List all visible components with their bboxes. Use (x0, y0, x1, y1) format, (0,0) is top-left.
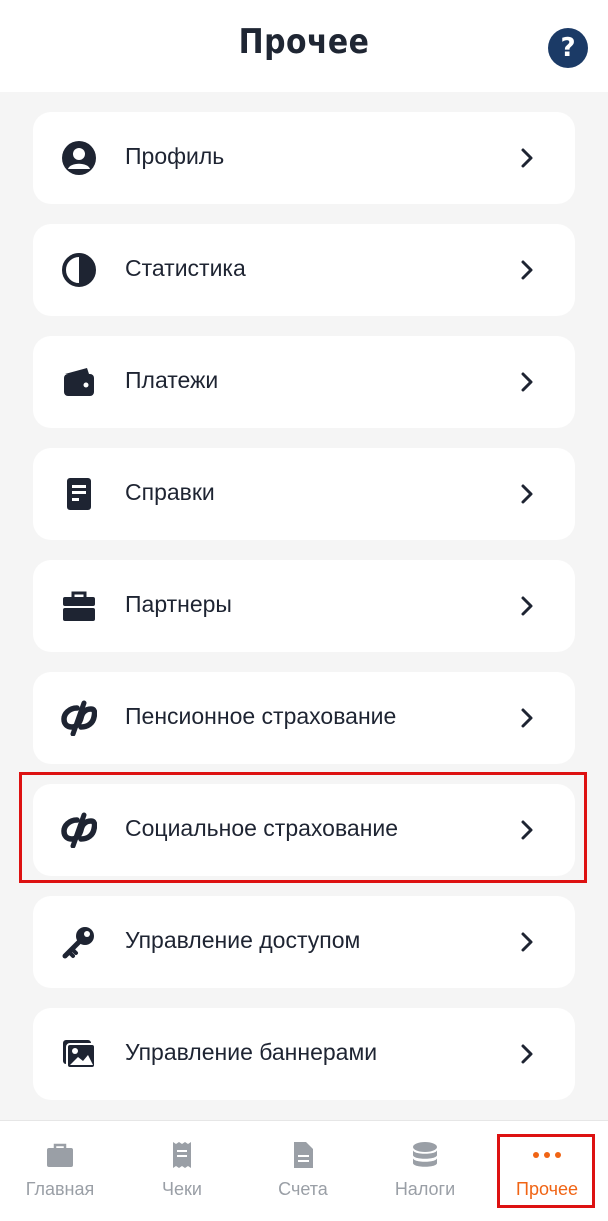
key-icon (62, 927, 94, 959)
menu-item-label: Партнеры (125, 591, 232, 617)
menu-item-payments[interactable]: Платежи (33, 336, 575, 428)
menu-item-label: Управление баннерами (125, 1039, 378, 1065)
menu-item-banner-management[interactable]: Управление баннерами (33, 1008, 575, 1100)
menu-item-certificates[interactable]: Справки (33, 448, 575, 540)
top-bar: Прочее ? (0, 0, 608, 92)
menu-item-label: Платежи (125, 367, 219, 393)
sfr-logo-icon (61, 700, 97, 736)
menu-item-access-management[interactable]: Управление доступом (33, 896, 575, 988)
tab-label: Налоги (394, 1179, 456, 1199)
tab-taxes[interactable]: Налоги (365, 1121, 485, 1221)
menu-item-label: Справки (125, 479, 215, 505)
wallet-icon (64, 368, 94, 396)
chevron-right-icon (521, 708, 533, 728)
chevron-right-icon (521, 596, 533, 616)
tab-receipts[interactable]: Чеки (122, 1121, 242, 1221)
menu-item-label: Профиль (125, 143, 225, 169)
briefcase-icon (47, 1143, 73, 1167)
image-gallery-icon (63, 1040, 96, 1069)
chevron-right-icon (521, 1044, 533, 1064)
tab-label: Счета (278, 1179, 328, 1199)
document-icon (294, 1142, 313, 1168)
chevron-right-icon (521, 148, 533, 168)
tab-accounts[interactable]: Счета (243, 1121, 363, 1221)
tab-selection-highlight (497, 1134, 595, 1208)
briefcase-icon (63, 591, 95, 621)
chevron-right-icon (521, 484, 533, 504)
menu-item-label: Пенсионное страхование (125, 703, 397, 729)
tab-label: Главная (25, 1179, 95, 1199)
menu-item-pension-insurance[interactable]: Пенсионное страхование (33, 672, 575, 764)
menu-item-statistics[interactable]: Статистика (33, 224, 575, 316)
menu-item-label: Управление доступом (125, 927, 361, 953)
chevron-right-icon (521, 372, 533, 392)
receipt-icon (173, 1142, 191, 1168)
chevron-right-icon (521, 260, 533, 280)
menu-item-label: Статистика (125, 255, 246, 281)
menu-item-profile[interactable]: Профиль (33, 112, 575, 204)
menu-item-partners[interactable]: Партнеры (33, 560, 575, 652)
tab-label: Чеки (162, 1179, 202, 1199)
pie-chart-icon (62, 253, 96, 287)
user-circle-icon (62, 141, 96, 175)
coins-stack-icon (413, 1142, 437, 1167)
tab-home[interactable]: Главная (0, 1121, 120, 1221)
help-button[interactable]: ? (548, 28, 588, 68)
document-icon (67, 478, 91, 510)
selection-highlight (19, 772, 587, 883)
chevron-right-icon (521, 932, 533, 952)
page-title: Прочее (238, 22, 370, 62)
